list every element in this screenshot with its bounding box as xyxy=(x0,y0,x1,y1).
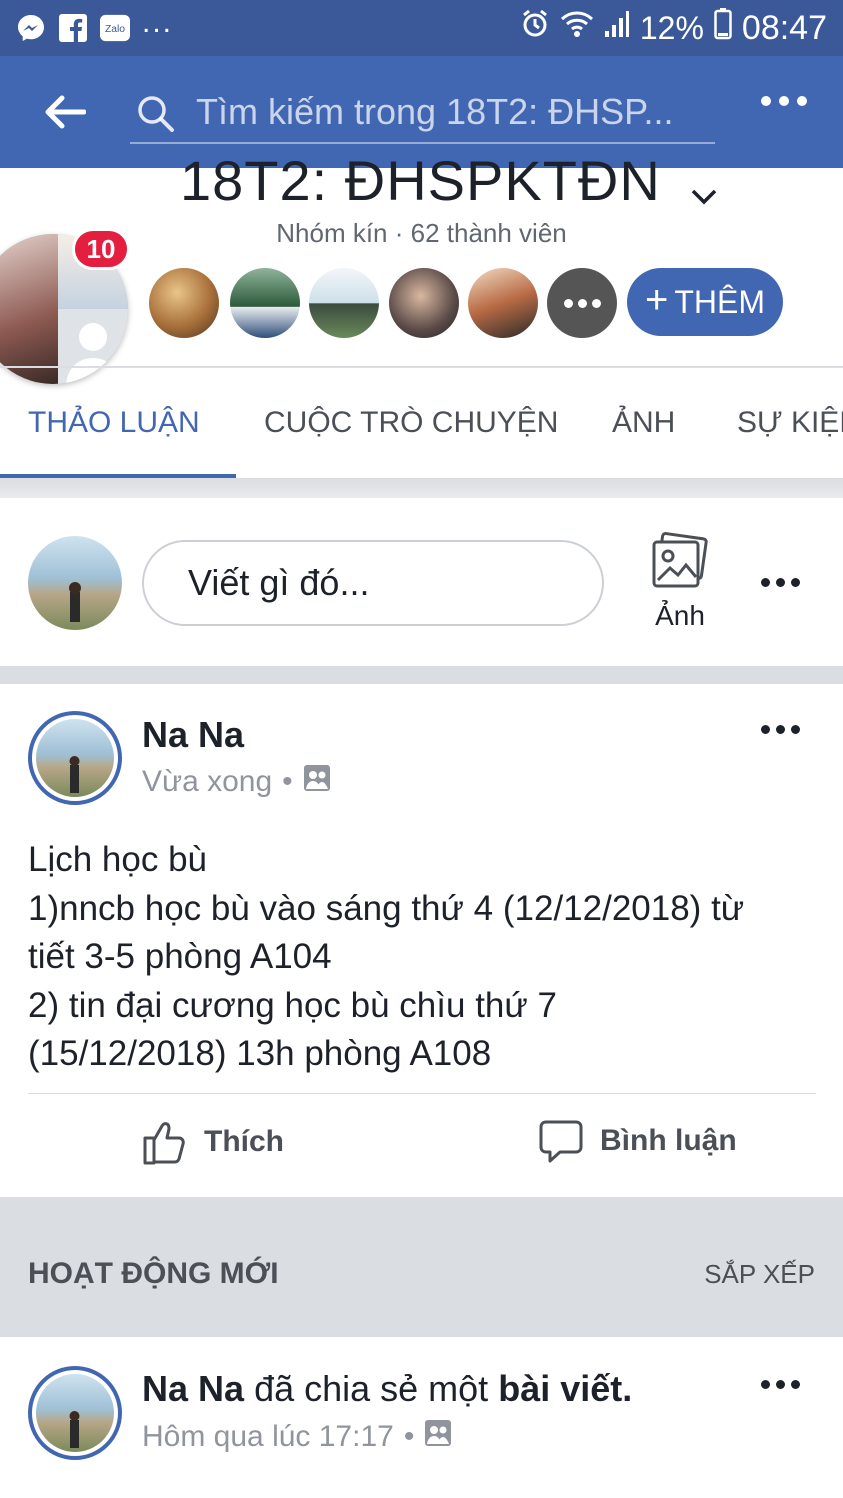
shared-post-action: đã chia sẻ một xyxy=(254,1368,489,1409)
like-button[interactable]: Thích xyxy=(140,1118,284,1166)
battery-icon xyxy=(714,8,732,48)
more-notifications: ... xyxy=(142,6,174,39)
post-line: Lịch học bù xyxy=(28,840,208,879)
group-title-text: 18T2: ĐHSPKTĐN xyxy=(180,149,661,212)
photo-label: Ảnh xyxy=(655,600,705,631)
chevron-down-icon xyxy=(691,153,717,218)
post-time[interactable]: Vừa xong xyxy=(142,765,272,799)
photo-icon xyxy=(652,532,708,588)
post-line: 2) tin đại cương học bù chìu thứ 7 xyxy=(28,985,557,1025)
group-audience-icon xyxy=(424,1419,452,1455)
facebook-icon xyxy=(58,13,88,43)
signal-icon xyxy=(604,9,630,47)
sort-button[interactable]: SẮP XẾP xyxy=(704,1259,815,1290)
comment-label: Bình luận xyxy=(600,1124,737,1157)
photo-button[interactable]: Ảnh xyxy=(640,530,720,640)
status-bar: Zalo ... 12% 08:47 xyxy=(0,0,843,56)
composer-more-button[interactable] xyxy=(761,578,800,587)
zalo-icon: Zalo xyxy=(100,13,130,43)
post-text: Lịch học bù 1)nncb học bù vào sáng thứ 4… xyxy=(28,836,828,1079)
add-member-label: THÊM xyxy=(674,283,765,320)
post-author-name[interactable]: Na Na xyxy=(142,714,244,756)
shared-post-object[interactable]: bài viết. xyxy=(498,1368,632,1409)
comment-icon xyxy=(539,1120,583,1163)
member-avatar[interactable] xyxy=(468,268,538,338)
post-author-avatar[interactable] xyxy=(28,711,122,805)
meta-dot: • xyxy=(282,765,293,798)
alarm-icon xyxy=(520,9,550,47)
plus-icon: + xyxy=(644,278,669,322)
search-underline xyxy=(130,142,715,144)
shared-post-meta: Hôm qua lúc 17:17 • xyxy=(142,1419,452,1455)
meta-dot: • xyxy=(403,1420,415,1453)
thumbs-up-icon xyxy=(143,1122,185,1165)
add-member-button[interactable]: + THÊM xyxy=(627,268,783,336)
search-icon xyxy=(138,96,174,132)
shared-post-time[interactable]: Hôm qua lúc 17:17 xyxy=(142,1420,394,1454)
search-placeholder: Tìm kiếm trong 18T2: ĐHSP... xyxy=(196,91,674,132)
post-meta: Vừa xong • xyxy=(142,764,331,800)
shared-post-author[interactable]: Na Na xyxy=(142,1368,244,1409)
my-avatar[interactable] xyxy=(28,536,122,630)
section-separator xyxy=(0,666,843,684)
comment-button[interactable]: Bình luận xyxy=(538,1118,737,1164)
group-tabs: THẢO LUẬN CUỘC TRÒ CHUYỆN ẢNH SỰ KIỆN xyxy=(0,368,843,478)
more-members-button[interactable] xyxy=(547,268,617,338)
member-avatar[interactable] xyxy=(230,268,300,338)
search-input[interactable]: Tìm kiếm trong 18T2: ĐHSP... xyxy=(130,72,715,152)
messenger-icon xyxy=(16,13,46,43)
clock: 08:47 xyxy=(741,8,827,47)
group-title[interactable]: 18T2: ĐHSPKTĐN xyxy=(180,148,717,218)
activity-title: HOẠT ĐỘNG MỚI xyxy=(28,1257,279,1290)
wifi-icon xyxy=(560,9,594,47)
header-more-button[interactable] xyxy=(761,96,807,106)
like-label: Thích xyxy=(204,1125,284,1158)
notification-badge: 10 xyxy=(72,228,130,270)
tab-photos[interactable]: ẢNH xyxy=(612,406,675,440)
battery-percent: 12% xyxy=(639,9,704,46)
back-button[interactable] xyxy=(0,56,130,168)
post-line: 1)nncb học bù vào sáng thứ 4 (12/12/2018… xyxy=(28,888,745,928)
post-more-button[interactable] xyxy=(761,725,800,734)
post-line: tiết 3-5 phòng A104 xyxy=(28,937,332,976)
svg-text:Zalo: Zalo xyxy=(105,24,125,35)
post-line: (15/12/2018) 13h phòng A108 xyxy=(28,1034,492,1073)
shared-post-headline: Na Na đã chia sẻ một bài viết. xyxy=(142,1368,632,1410)
tab-discussion[interactable]: THẢO LUẬN xyxy=(28,406,200,440)
member-avatar[interactable] xyxy=(149,268,219,338)
group-audience-icon xyxy=(303,764,331,800)
member-avatar[interactable] xyxy=(389,268,459,338)
tab-events[interactable]: SỰ KIỆN xyxy=(737,406,843,440)
activity-section-header: HOẠT ĐỘNG MỚI SẮP XẾP xyxy=(0,1197,843,1337)
back-arrow-icon xyxy=(45,95,86,129)
tab-chats[interactable]: CUỘC TRÒ CHUYỆN xyxy=(264,406,558,440)
composer-input[interactable]: Viết gì đó... xyxy=(142,540,604,626)
member-avatar[interactable] xyxy=(309,268,379,338)
shared-post-author-avatar[interactable] xyxy=(28,1366,122,1460)
divider xyxy=(28,1093,816,1094)
shared-post-more-button[interactable] xyxy=(761,1380,800,1389)
composer-placeholder: Viết gì đó... xyxy=(188,562,370,603)
section-separator xyxy=(0,478,843,498)
